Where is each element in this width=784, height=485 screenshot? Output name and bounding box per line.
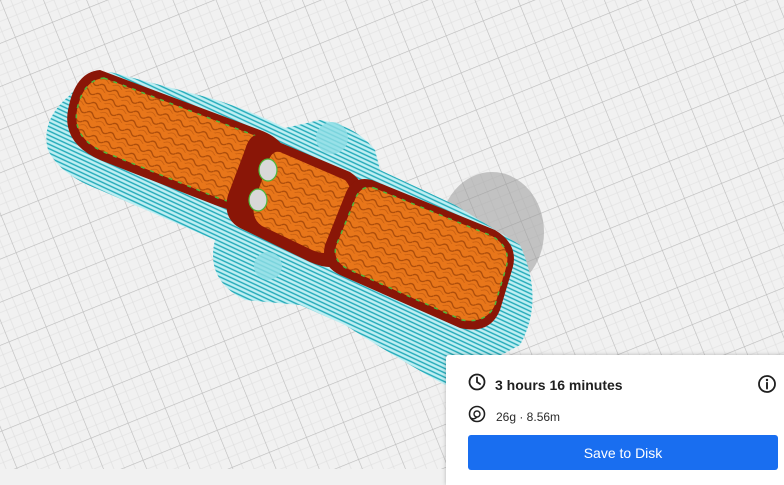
clock-icon [468,373,486,396]
filament-spool-icon [468,405,486,428]
print-time-row: 3 hours 16 minutes [468,373,623,396]
material-usage-value: 26g · 8.56m [496,409,561,424]
material-usage-row: 26g · 8.56m [468,405,560,428]
info-icon[interactable] [757,374,777,394]
print-time-value: 3 hours 16 minutes [495,376,623,393]
print-estimate-panel: 3 hours 16 minutes 26g · 8.56m Save to D… [446,355,784,485]
save-to-disk-button[interactable]: Save to Disk [468,435,778,470]
